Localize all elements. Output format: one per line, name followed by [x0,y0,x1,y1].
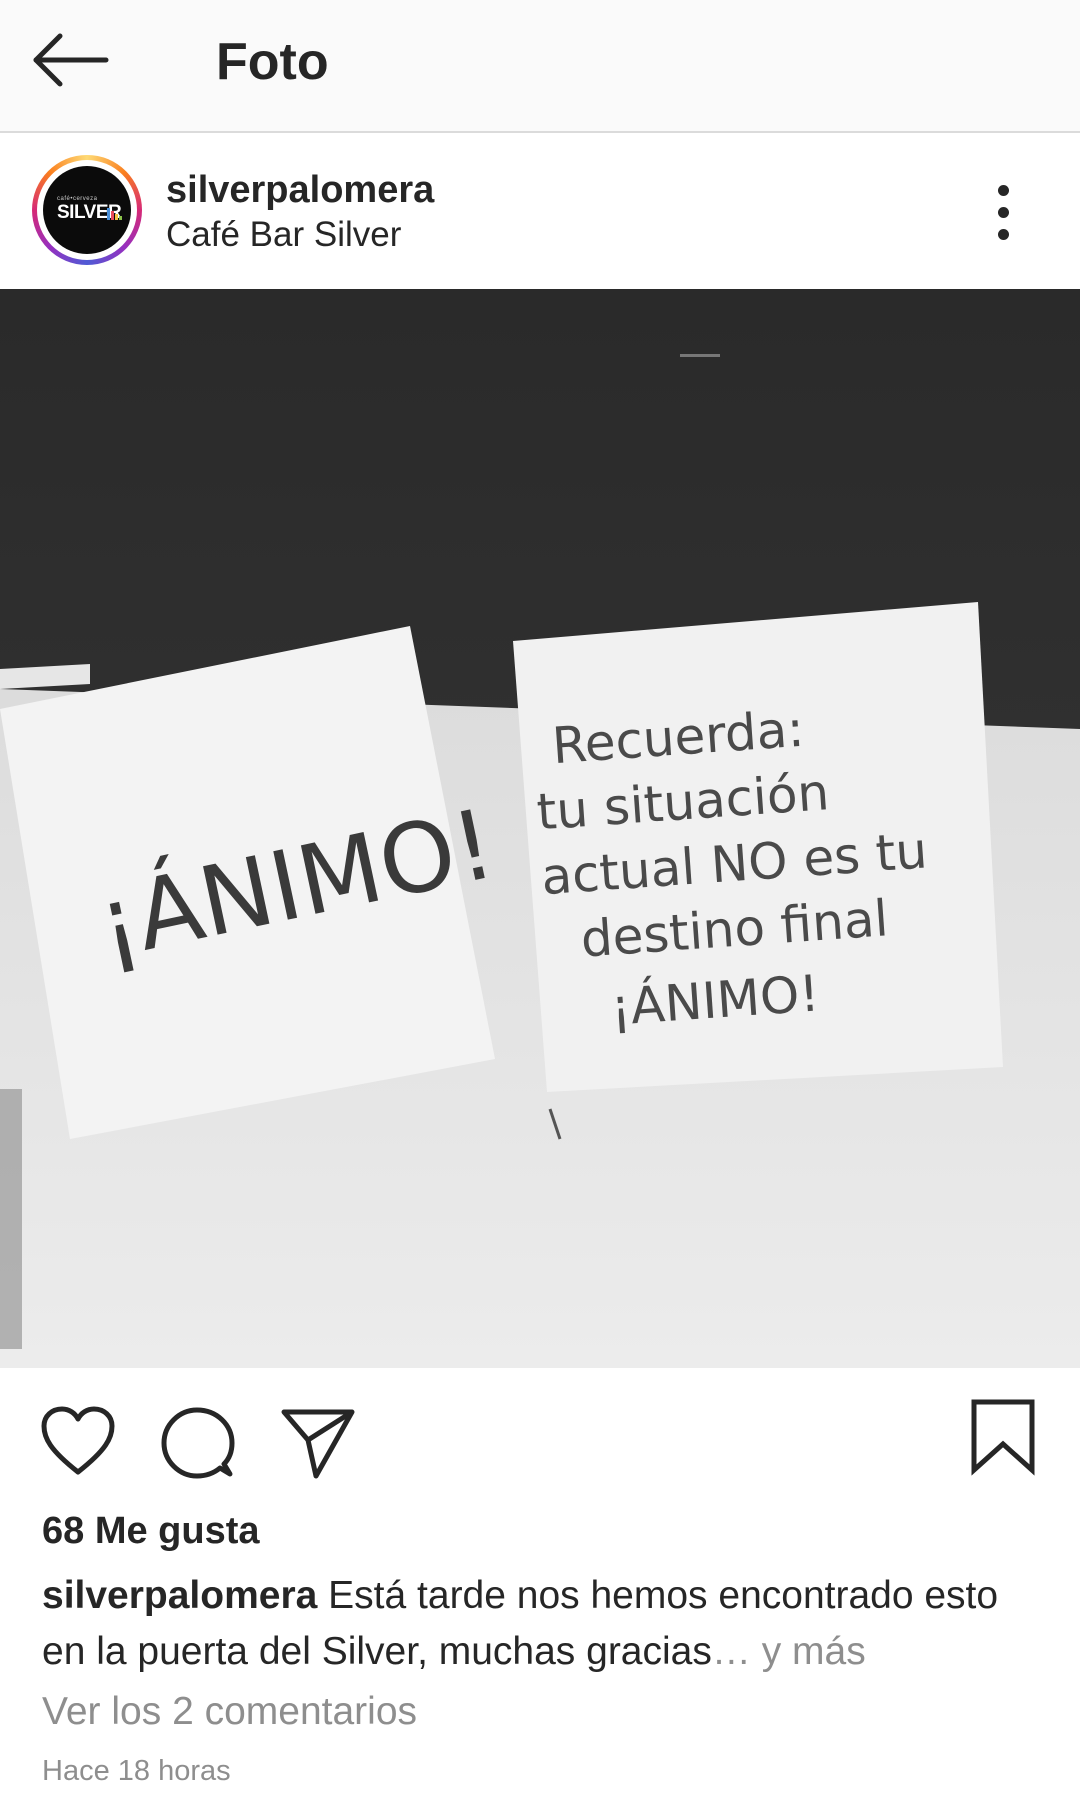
post-caption: silverpalomera Está tarde nos hemos enco… [42,1568,1042,1680]
more-options-icon[interactable] [988,185,1022,241]
avatar[interactable]: café•cerveza SILVER [32,155,142,265]
caption-username[interactable]: silverpalomera [42,1574,317,1617]
bookmark-icon[interactable] [970,1398,1036,1476]
post-username[interactable]: silverpalomera [166,169,434,212]
avatar-image: café•cerveza SILVER [43,166,131,254]
post-photo[interactable]: ¡ÁNIMO! Recuerda: tu situación actual NO… [0,289,1080,1368]
avatar-bars-icon [107,208,123,220]
view-comments-link[interactable]: Ver los 2 comentarios [42,1690,417,1734]
caption-more-link[interactable]: y más [751,1630,866,1673]
back-button[interactable] [30,30,114,94]
heart-icon[interactable] [40,1406,116,1478]
page-title: Foto [216,33,329,91]
caption-ellipsis: … [711,1630,751,1673]
back-arrow-icon [33,33,109,87]
post-location[interactable]: Café Bar Silver [166,215,401,255]
share-icon[interactable] [280,1406,356,1480]
post-header: café•cerveza SILVER silverpalomera Café … [0,135,1080,289]
action-bar [0,1368,1080,1498]
post-timestamp: Hace 18 horas [42,1755,231,1787]
comment-icon[interactable] [160,1406,236,1480]
likes-count[interactable]: 68 Me gusta [42,1510,260,1553]
photo-image: ¡ÁNIMO! Recuerda: tu situación actual NO… [0,289,1080,1368]
top-bar: Foto [0,0,1080,133]
